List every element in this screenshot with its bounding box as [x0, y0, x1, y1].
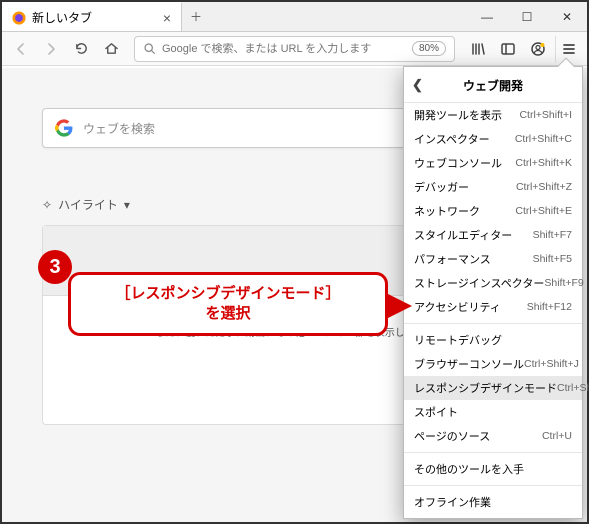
menu-item[interactable]: デバッガー Ctrl+Shift+Z: [404, 175, 582, 199]
nav-toolbar: 80%: [2, 32, 587, 66]
nav-back-button[interactable]: [8, 36, 34, 62]
menu-item[interactable]: インスペクター Ctrl+Shift+C: [404, 127, 582, 151]
search-icon: [143, 42, 156, 55]
google-logo-icon: [55, 119, 73, 137]
menu-item-label: その他のツールを入手: [414, 461, 524, 477]
menu-item-label: インスペクター: [414, 131, 490, 147]
account-button[interactable]: [525, 36, 551, 62]
menu-item-label: ページのソース: [414, 428, 490, 444]
menu-item-label: ストレージインスペクター: [414, 275, 544, 291]
menu-item-label: スポイト: [414, 404, 458, 420]
menu-back-button[interactable]: ❮: [412, 77, 423, 93]
browser-tab[interactable]: 新しいタブ ×: [2, 2, 182, 31]
menu-item-shortcut: Ctrl+Shift+Z: [516, 181, 572, 193]
app-menu-button[interactable]: [555, 36, 581, 62]
menu-item[interactable]: アクセシビリティ Shift+F12: [404, 295, 582, 319]
sparkle-icon: ✧: [42, 198, 52, 212]
new-tab-button[interactable]: ＋: [182, 2, 210, 31]
window-controls: — ☐ ✕: [467, 2, 587, 31]
menu-item[interactable]: スタイルエディター Shift+F7: [404, 223, 582, 247]
menu-item-shortcut: Ctrl+U: [542, 430, 572, 442]
menu-item[interactable]: オフライン作業: [404, 490, 582, 514]
menu-divider: [404, 323, 582, 324]
menu-divider: [404, 485, 582, 486]
library-button[interactable]: [465, 36, 491, 62]
menu-item-label: スタイルエディター: [414, 227, 512, 243]
close-button[interactable]: ✕: [547, 2, 587, 31]
menu-item-shortcut: Shift+F7: [533, 229, 572, 241]
menu-item[interactable]: 開発ツールを表示 Ctrl+Shift+I: [404, 103, 582, 127]
menu-item-label: 開発ツールを表示: [414, 107, 502, 123]
menu-item-label: ウェブコンソール: [414, 155, 502, 171]
menu-item-shortcut: Shift+F9: [544, 277, 583, 289]
menu-item-label: ブラウザーコンソール: [414, 356, 524, 372]
web-developer-menu: ❮ ウェブ開発 開発ツールを表示 Ctrl+Shift+I インスペクター Ctrl+…: [403, 66, 583, 519]
menu-item[interactable]: スポイト: [404, 400, 582, 424]
menu-item[interactable]: ネットワーク Ctrl+Shift+E: [404, 199, 582, 223]
menu-item-label: デバッガー: [414, 179, 469, 195]
highlights-label: ハイライト: [58, 196, 118, 213]
menu-item[interactable]: ページのソース Ctrl+U: [404, 424, 582, 448]
nav-forward-button[interactable]: [38, 36, 64, 62]
menu-item[interactable]: ブラウザーコンソールCtrl+Shift+J: [404, 352, 582, 376]
tab-title: 新しいタブ: [32, 9, 92, 26]
annotation-callout: ［レスポンシブデザインモード］を選択: [68, 272, 388, 336]
home-button[interactable]: [98, 36, 124, 62]
minimize-button[interactable]: —: [467, 2, 507, 31]
firefox-icon: [12, 11, 26, 25]
menu-item[interactable]: その他のツールを入手: [404, 457, 582, 481]
menu-item[interactable]: パフォーマンス Shift+F5: [404, 247, 582, 271]
sidebar-button[interactable]: [495, 36, 521, 62]
menu-item[interactable]: レスポンシブデザインモードCtrl+Shift+M: [404, 376, 582, 400]
menu-item-label: ネットワーク: [414, 203, 480, 219]
annotation-text: ［レスポンシブデザインモード］を選択: [115, 284, 340, 325]
menu-item-shortcut: Ctrl+Shift+J: [524, 358, 579, 370]
annotation-pointer-icon: [388, 294, 412, 318]
menu-item-label: パフォーマンス: [414, 251, 491, 267]
menu-item-label: レスポンシブデザインモード: [414, 380, 557, 396]
menu-item-shortcut: Ctrl+Shift+M: [557, 382, 589, 394]
menu-item[interactable]: ウェブコンソール Ctrl+Shift+K: [404, 151, 582, 175]
menu-divider: [404, 452, 582, 453]
chevron-down-icon: ▾: [124, 198, 130, 212]
menu-item-shortcut: Shift+F12: [527, 301, 572, 313]
title-bar: 新しいタブ × ＋ — ☐ ✕: [2, 2, 587, 32]
menu-title: ウェブ開発: [463, 79, 523, 93]
menu-item-label: オフライン作業: [414, 494, 491, 510]
menu-item-label: リモートデバッグ: [414, 332, 502, 348]
menu-item-shortcut: Ctrl+Shift+K: [515, 157, 572, 169]
annotation-step-number: 3: [38, 250, 72, 284]
menu-item[interactable]: ストレージインスペクターShift+F9: [404, 271, 582, 295]
reload-button[interactable]: [68, 36, 94, 62]
menu-item[interactable]: リモートデバッグ: [404, 328, 582, 352]
menu-item-shortcut: Shift+F5: [533, 253, 572, 265]
menu-header: ❮ ウェブ開発: [404, 67, 582, 103]
newtab-search-placeholder: ウェブを検索: [83, 120, 155, 137]
tab-close-icon[interactable]: ×: [163, 10, 171, 26]
maximize-button[interactable]: ☐: [507, 2, 547, 31]
menu-item-label: アクセシビリティ: [414, 299, 501, 315]
address-input[interactable]: [162, 43, 406, 55]
menu-item-shortcut: Ctrl+Shift+C: [515, 133, 572, 145]
zoom-indicator[interactable]: 80%: [412, 41, 446, 56]
menu-item-shortcut: Ctrl+Shift+E: [515, 205, 572, 217]
menu-item-shortcut: Ctrl+Shift+I: [519, 109, 572, 121]
address-bar[interactable]: 80%: [134, 36, 455, 62]
